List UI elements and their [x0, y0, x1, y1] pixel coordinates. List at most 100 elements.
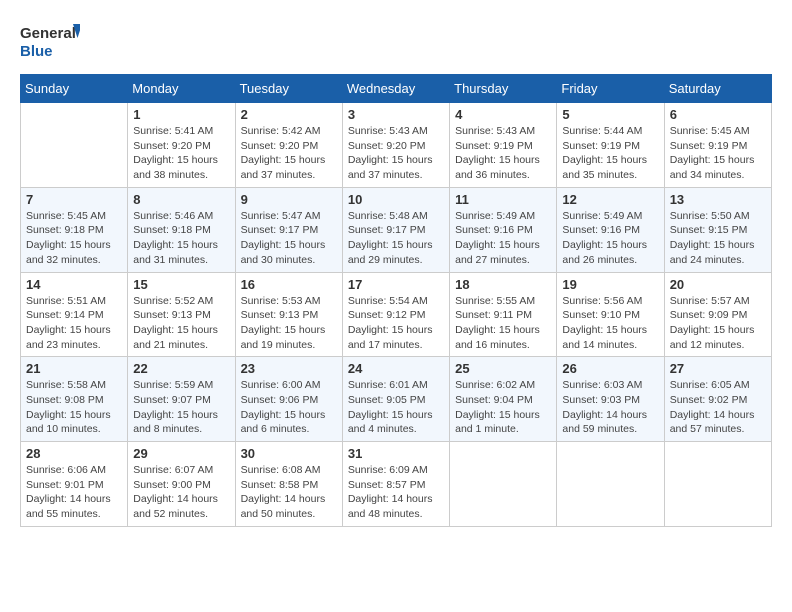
- calendar-cell: 29 Sunrise: 6:07 AMSunset: 9:00 PMDayligh…: [128, 442, 235, 527]
- weekday-header-saturday: Saturday: [664, 75, 771, 103]
- calendar-cell: [21, 103, 128, 188]
- calendar-cell: 18Sunrise: 5:55 AMSunset: 9:11 PMDayligh…: [450, 272, 557, 357]
- calendar-cell: 8 Sunrise: 5:46 AMSunset: 9:18 PMDaylight…: [128, 187, 235, 272]
- day-number: 6: [670, 107, 766, 122]
- calendar-cell: 5 Sunrise: 5:44 AMSunset: 9:19 PMDaylight…: [557, 103, 664, 188]
- week-row-5: 28Sunrise: 6:06 AMSunset: 9:01 PMDayligh…: [21, 442, 772, 527]
- day-detail: Sunrise: 5:54 AMSunset: 9:12 PMDaylight:…: [348, 294, 444, 353]
- calendar-cell: 30 Sunrise: 6:08 AMSunset: 8:58 PMDayligh…: [235, 442, 342, 527]
- day-detail: Sunrise: 5:49 AMSunset: 9:16 PMDaylight:…: [562, 209, 658, 268]
- calendar-cell: 1Sunrise: 5:41 AMSunset: 9:20 PMDaylight…: [128, 103, 235, 188]
- week-row-2: 7Sunrise: 5:45 AMSunset: 9:18 PMDaylight…: [21, 187, 772, 272]
- day-detail: Sunrise: 5:50 AMSunset: 9:15 PMDaylight:…: [670, 209, 766, 268]
- day-detail: Sunrise: 6:07 AMSunset: 9:00 PMDaylight:…: [133, 463, 229, 522]
- day-number: 11: [455, 192, 551, 207]
- day-number: 3: [348, 107, 444, 122]
- day-detail: Sunrise: 6:00 AMSunset: 9:06 PMDaylight:…: [241, 378, 337, 437]
- day-number: 16: [241, 277, 337, 292]
- day-number: 17: [348, 277, 444, 292]
- weekday-header-monday: Monday: [128, 75, 235, 103]
- day-number: 22: [133, 361, 229, 376]
- calendar-cell: 11 Sunrise: 5:49 AMSunset: 9:16 PMDayligh…: [450, 187, 557, 272]
- logo-svg: General Blue: [20, 20, 80, 64]
- day-detail: Sunrise: 5:59 AMSunset: 9:07 PMDaylight:…: [133, 378, 229, 437]
- day-number: 4: [455, 107, 551, 122]
- calendar-cell: 16 Sunrise: 5:53 AMSunset: 9:13 PMDayligh…: [235, 272, 342, 357]
- page-header: General Blue: [20, 20, 772, 64]
- calendar-cell: 31Sunrise: 6:09 AMSunset: 8:57 PMDayligh…: [342, 442, 449, 527]
- day-number: 8: [133, 192, 229, 207]
- calendar-table: SundayMondayTuesdayWednesdayThursdayFrid…: [20, 74, 772, 527]
- day-detail: Sunrise: 6:03 AMSunset: 9:03 PMDaylight:…: [562, 378, 658, 437]
- day-number: 13: [670, 192, 766, 207]
- day-detail: Sunrise: 5:56 AMSunset: 9:10 PMDaylight:…: [562, 294, 658, 353]
- day-number: 23: [241, 361, 337, 376]
- calendar-cell: 20 Sunrise: 5:57 AMSunset: 9:09 PMDayligh…: [664, 272, 771, 357]
- weekday-header-row: SundayMondayTuesdayWednesdayThursdayFrid…: [21, 75, 772, 103]
- week-row-1: 1Sunrise: 5:41 AMSunset: 9:20 PMDaylight…: [21, 103, 772, 188]
- calendar-cell: 15 Sunrise: 5:52 AMSunset: 9:13 PMDayligh…: [128, 272, 235, 357]
- day-detail: Sunrise: 6:06 AMSunset: 9:01 PMDaylight:…: [26, 463, 122, 522]
- svg-text:Blue: Blue: [20, 43, 53, 60]
- day-detail: Sunrise: 6:01 AMSunset: 9:05 PMDaylight:…: [348, 378, 444, 437]
- day-detail: Sunrise: 5:48 AMSunset: 9:17 PMDaylight:…: [348, 209, 444, 268]
- day-detail: Sunrise: 5:51 AMSunset: 9:14 PMDaylight:…: [26, 294, 122, 353]
- day-number: 14: [26, 277, 122, 292]
- day-number: 25: [455, 361, 551, 376]
- calendar-cell: 14 Sunrise: 5:51 AMSunset: 9:14 PMDayligh…: [21, 272, 128, 357]
- day-number: 19: [562, 277, 658, 292]
- calendar-cell: [557, 442, 664, 527]
- calendar-cell: 9Sunrise: 5:47 AMSunset: 9:17 PMDaylight…: [235, 187, 342, 272]
- weekday-header-wednesday: Wednesday: [342, 75, 449, 103]
- logo: General Blue: [20, 20, 80, 64]
- calendar-cell: 25 Sunrise: 6:02 AMSunset: 9:04 PMDayligh…: [450, 357, 557, 442]
- day-detail: Sunrise: 5:58 AMSunset: 9:08 PMDaylight:…: [26, 378, 122, 437]
- calendar-cell: 28Sunrise: 6:06 AMSunset: 9:01 PMDayligh…: [21, 442, 128, 527]
- day-detail: Sunrise: 5:47 AMSunset: 9:17 PMDaylight:…: [241, 209, 337, 268]
- day-detail: Sunrise: 5:41 AMSunset: 9:20 PMDaylight:…: [133, 124, 229, 183]
- calendar-cell: 23 Sunrise: 6:00 AMSunset: 9:06 PMDayligh…: [235, 357, 342, 442]
- day-detail: Sunrise: 6:05 AMSunset: 9:02 PMDaylight:…: [670, 378, 766, 437]
- day-number: 26: [562, 361, 658, 376]
- day-number: 24: [348, 361, 444, 376]
- calendar-cell: 27Sunrise: 6:05 AMSunset: 9:02 PMDayligh…: [664, 357, 771, 442]
- day-detail: Sunrise: 6:02 AMSunset: 9:04 PMDaylight:…: [455, 378, 551, 437]
- calendar-cell: 4 Sunrise: 5:43 AMSunset: 9:19 PMDaylight…: [450, 103, 557, 188]
- week-row-3: 14 Sunrise: 5:51 AMSunset: 9:14 PMDayligh…: [21, 272, 772, 357]
- day-number: 7: [26, 192, 122, 207]
- day-number: 15: [133, 277, 229, 292]
- day-detail: Sunrise: 5:44 AMSunset: 9:19 PMDaylight:…: [562, 124, 658, 183]
- day-detail: Sunrise: 6:08 AMSunset: 8:58 PMDaylight:…: [241, 463, 337, 522]
- calendar-cell: 26 Sunrise: 6:03 AMSunset: 9:03 PMDayligh…: [557, 357, 664, 442]
- calendar-cell: 3 Sunrise: 5:43 AMSunset: 9:20 PMDaylight…: [342, 103, 449, 188]
- calendar-cell: 6Sunrise: 5:45 AMSunset: 9:19 PMDaylight…: [664, 103, 771, 188]
- calendar-cell: 13 Sunrise: 5:50 AMSunset: 9:15 PMDayligh…: [664, 187, 771, 272]
- calendar-cell: 12 Sunrise: 5:49 AMSunset: 9:16 PMDayligh…: [557, 187, 664, 272]
- day-number: 12: [562, 192, 658, 207]
- day-detail: Sunrise: 5:53 AMSunset: 9:13 PMDaylight:…: [241, 294, 337, 353]
- calendar-cell: 10Sunrise: 5:48 AMSunset: 9:17 PMDayligh…: [342, 187, 449, 272]
- day-number: 5: [562, 107, 658, 122]
- day-detail: Sunrise: 5:46 AMSunset: 9:18 PMDaylight:…: [133, 209, 229, 268]
- calendar-cell: 17 Sunrise: 5:54 AMSunset: 9:12 PMDayligh…: [342, 272, 449, 357]
- calendar-cell: 19 Sunrise: 5:56 AMSunset: 9:10 PMDayligh…: [557, 272, 664, 357]
- week-row-4: 21Sunrise: 5:58 AMSunset: 9:08 PMDayligh…: [21, 357, 772, 442]
- day-detail: Sunrise: 5:43 AMSunset: 9:19 PMDaylight:…: [455, 124, 551, 183]
- calendar-cell: 2 Sunrise: 5:42 AMSunset: 9:20 PMDaylight…: [235, 103, 342, 188]
- weekday-header-sunday: Sunday: [21, 75, 128, 103]
- calendar-cell: 22 Sunrise: 5:59 AMSunset: 9:07 PMDayligh…: [128, 357, 235, 442]
- day-detail: Sunrise: 5:57 AMSunset: 9:09 PMDaylight:…: [670, 294, 766, 353]
- day-number: 18: [455, 277, 551, 292]
- day-number: 31: [348, 446, 444, 461]
- day-detail: Sunrise: 5:49 AMSunset: 9:16 PMDaylight:…: [455, 209, 551, 268]
- day-number: 20: [670, 277, 766, 292]
- day-detail: Sunrise: 5:42 AMSunset: 9:20 PMDaylight:…: [241, 124, 337, 183]
- day-number: 29: [133, 446, 229, 461]
- day-detail: Sunrise: 5:43 AMSunset: 9:20 PMDaylight:…: [348, 124, 444, 183]
- day-number: 30: [241, 446, 337, 461]
- svg-text:General: General: [20, 25, 76, 42]
- day-detail: Sunrise: 5:52 AMSunset: 9:13 PMDaylight:…: [133, 294, 229, 353]
- calendar-cell: [450, 442, 557, 527]
- day-number: 2: [241, 107, 337, 122]
- weekday-header-friday: Friday: [557, 75, 664, 103]
